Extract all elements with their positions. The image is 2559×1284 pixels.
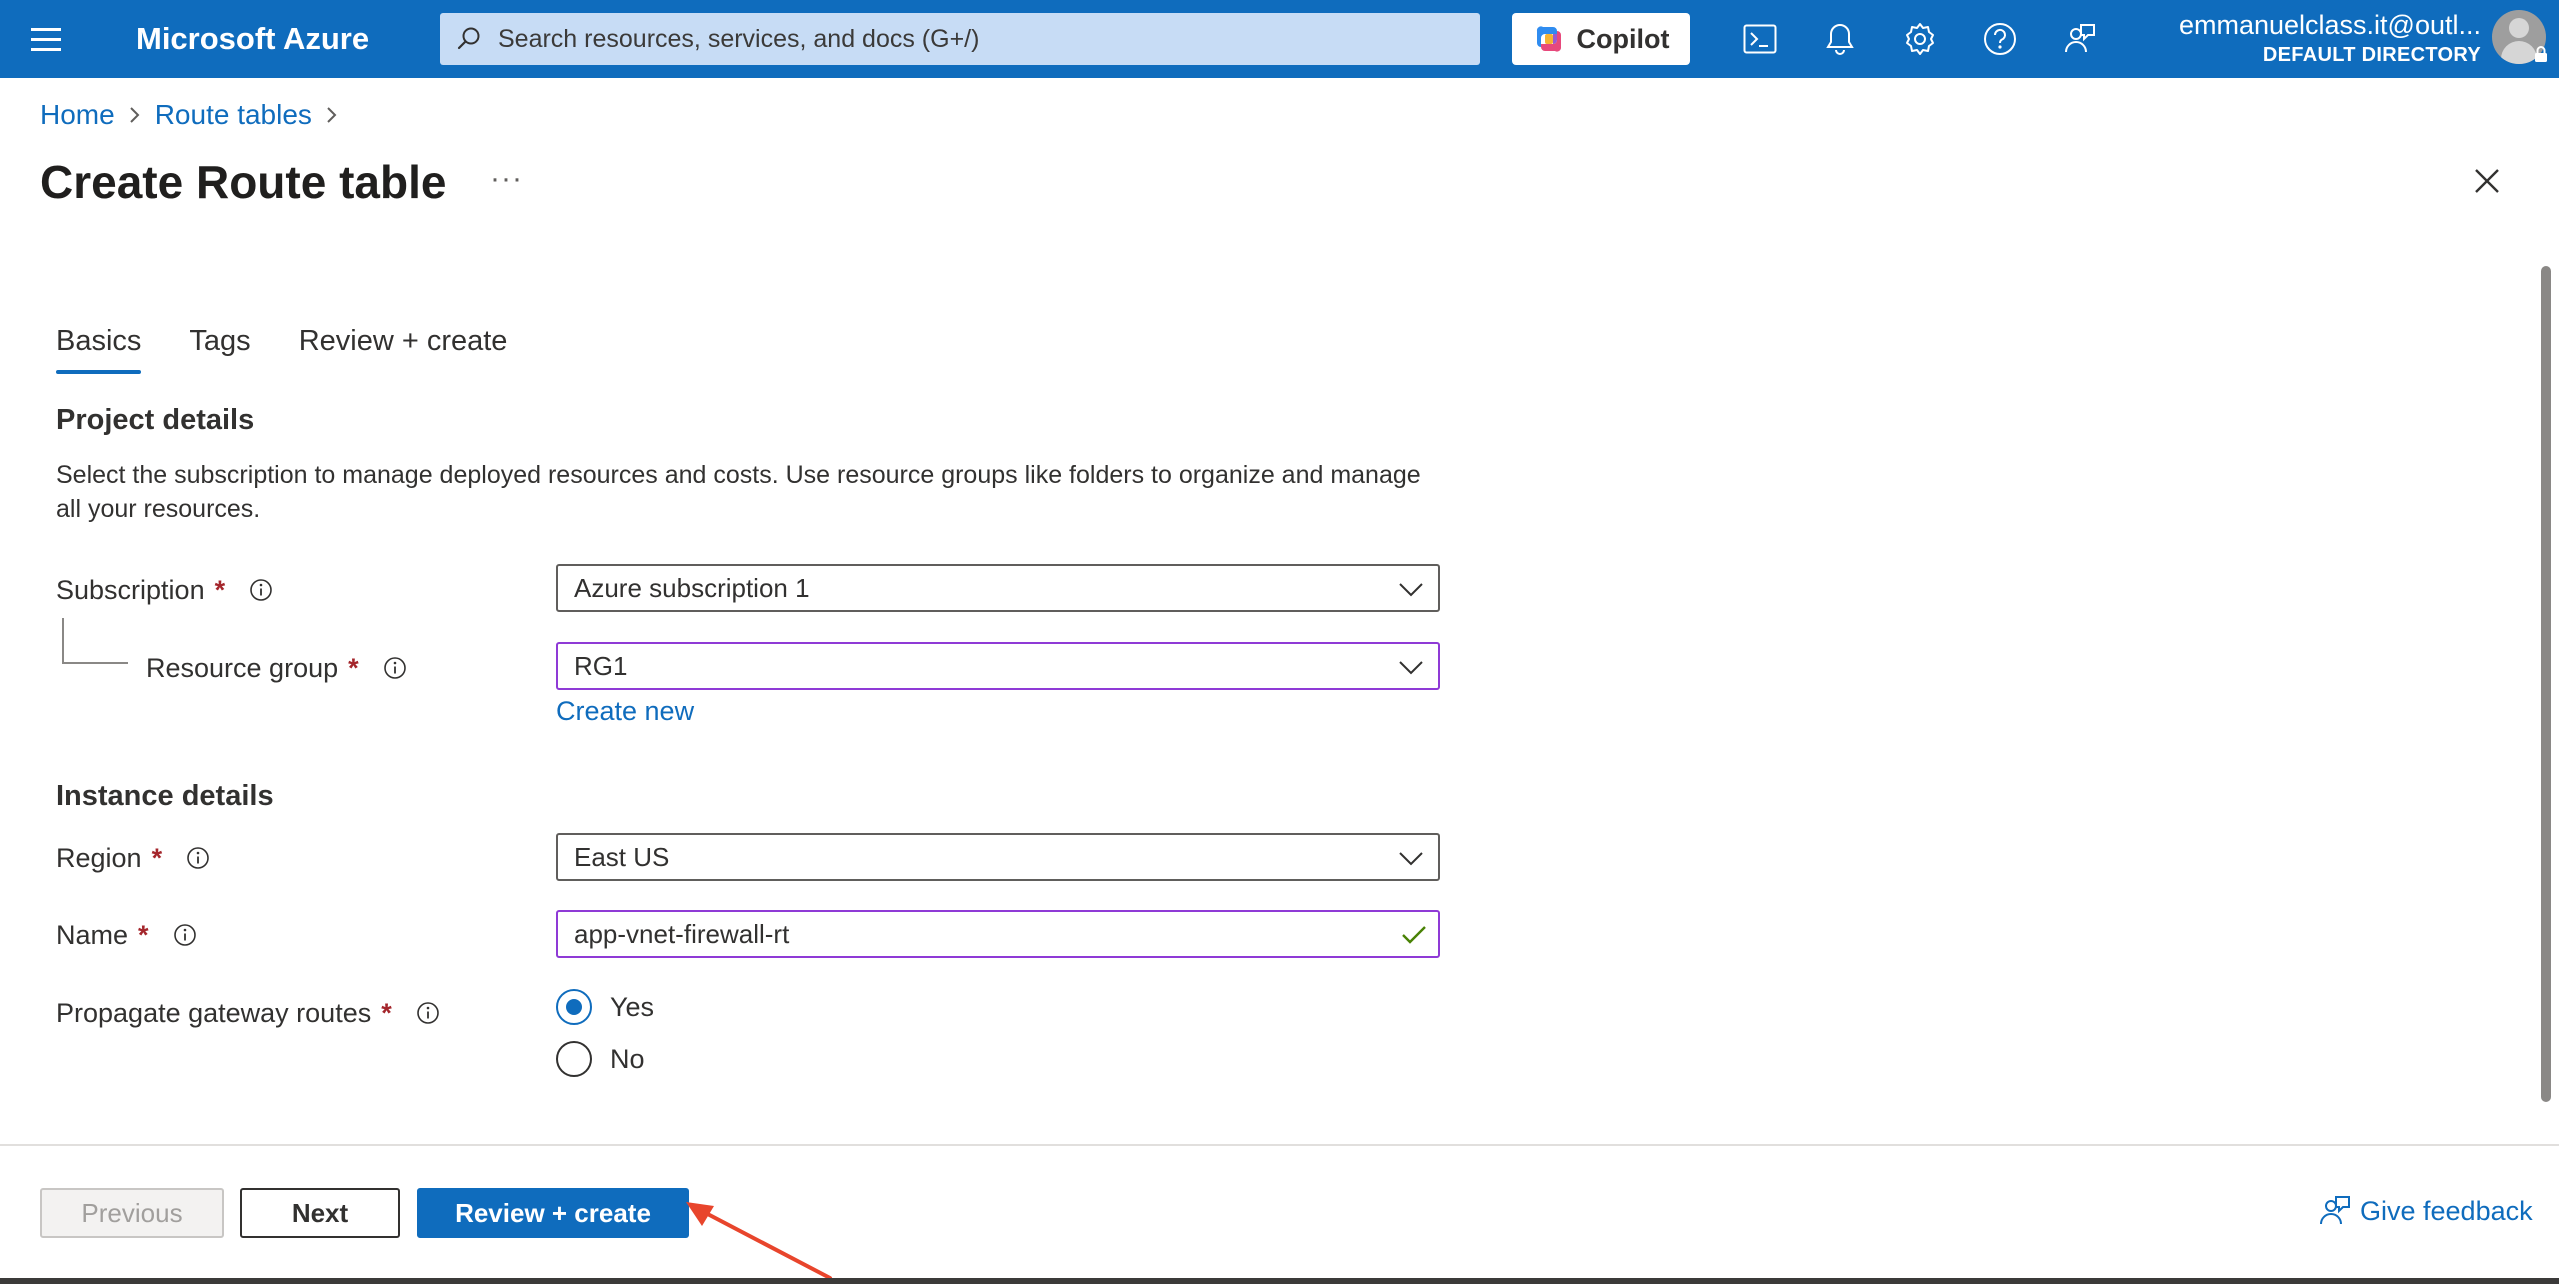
account-info[interactable]: emmanuelclass.it@outl... DEFAULT DIRECTO… <box>2179 8 2481 68</box>
required-marker: * <box>348 653 359 683</box>
tab-list: Basics Tags Review + create <box>56 322 507 374</box>
settings-icon[interactable] <box>1900 19 1940 59</box>
info-icon[interactable] <box>186 846 210 870</box>
help-icon[interactable] <box>1980 19 2020 59</box>
create-new-resource-group-link[interactable]: Create new <box>556 694 694 728</box>
breadcrumb-route-tables[interactable]: Route tables <box>155 96 312 134</box>
page-title: Create Route table <box>40 156 447 208</box>
radio-no[interactable]: No <box>556 1041 645 1077</box>
radio-yes-button[interactable] <box>556 989 592 1025</box>
valid-check-icon <box>1402 926 1426 944</box>
required-marker: * <box>151 843 163 873</box>
tab-review-create[interactable]: Review + create <box>299 322 508 374</box>
chevron-down-icon <box>1399 852 1423 866</box>
search-input[interactable] <box>498 13 1458 65</box>
global-search[interactable] <box>440 13 1480 65</box>
lock-icon <box>2535 46 2547 62</box>
info-icon[interactable] <box>249 578 273 602</box>
radio-no-label: No <box>610 1043 645 1074</box>
subscription-label: Subscription * <box>56 573 273 607</box>
chevron-right-icon <box>326 105 338 125</box>
info-icon[interactable] <box>416 1001 440 1025</box>
required-marker: * <box>214 575 226 605</box>
info-icon[interactable] <box>383 656 407 680</box>
next-button[interactable]: Next <box>240 1188 400 1238</box>
account-directory: DEFAULT DIRECTORY <box>2262 44 2481 66</box>
tab-tags[interactable]: Tags <box>189 322 250 374</box>
brand-title[interactable]: Microsoft Azure <box>136 18 369 60</box>
radio-yes-label: Yes <box>610 991 655 1022</box>
resource-group-dropdown[interactable]: RG1 <box>556 642 1440 690</box>
region-label: Region * <box>56 841 210 875</box>
give-feedback-link[interactable]: Give feedback <box>2318 1194 2533 1228</box>
previous-button[interactable]: Previous <box>40 1188 224 1238</box>
hierarchy-connector <box>62 618 128 664</box>
required-marker: * <box>381 998 392 1028</box>
radio-no-button[interactable] <box>556 1041 592 1077</box>
more-options-icon[interactable]: ··· <box>490 162 523 196</box>
copilot-icon <box>1536 26 1561 52</box>
name-input-field[interactable] <box>556 910 1440 958</box>
copilot-label: Copilot <box>1576 23 1670 54</box>
annotation-arrow <box>686 1202 832 1280</box>
radio-yes[interactable]: Yes <box>556 989 654 1025</box>
info-icon[interactable] <box>173 923 197 947</box>
footer-bar: Previous Next Review + create Give feedb… <box>0 1144 2559 1278</box>
name-input[interactable] <box>574 918 1394 950</box>
project-details-heading: Project details <box>56 404 255 436</box>
hamburger-icon[interactable] <box>26 20 66 58</box>
breadcrumb: Home Route tables <box>40 96 352 134</box>
propagate-gateway-routes-label: Propagate gateway routes * <box>56 996 440 1030</box>
required-marker: * <box>138 920 149 950</box>
give-feedback-label: Give feedback <box>2360 1195 2533 1226</box>
name-label: Name * <box>56 918 197 952</box>
chevron-down-icon <box>1399 583 1423 597</box>
cloud-shell-icon[interactable] <box>1740 19 1780 59</box>
chevron-right-icon <box>129 105 141 125</box>
tab-basics[interactable]: Basics <box>56 322 142 374</box>
feedback-icon[interactable] <box>2060 19 2100 59</box>
instance-details-heading: Instance details <box>56 780 274 812</box>
feedback-icon <box>2320 1196 2350 1225</box>
subscription-dropdown[interactable]: Azure subscription 1 <box>556 564 1440 612</box>
breadcrumb-home[interactable]: Home <box>40 96 115 134</box>
project-description: Select the subscription to manage deploy… <box>56 461 1421 523</box>
resource-group-label: Resource group * <box>146 651 407 685</box>
chevron-down-icon <box>1399 661 1423 675</box>
account-email: emmanuelclass.it@outl... <box>2178 10 2481 40</box>
top-bar: Microsoft Azure Copilot emmanuelclass.it… <box>0 0 2559 78</box>
close-icon[interactable] <box>2470 164 2504 198</box>
search-icon <box>457 27 480 50</box>
notifications-icon[interactable] <box>1820 19 1860 59</box>
window-bottom-edge <box>0 1278 2559 1284</box>
vertical-scrollbar[interactable] <box>2541 266 2551 1102</box>
review-create-button[interactable]: Review + create <box>417 1188 689 1238</box>
region-dropdown[interactable]: East US <box>556 833 1440 881</box>
copilot-button[interactable]: Copilot <box>1512 13 1690 65</box>
